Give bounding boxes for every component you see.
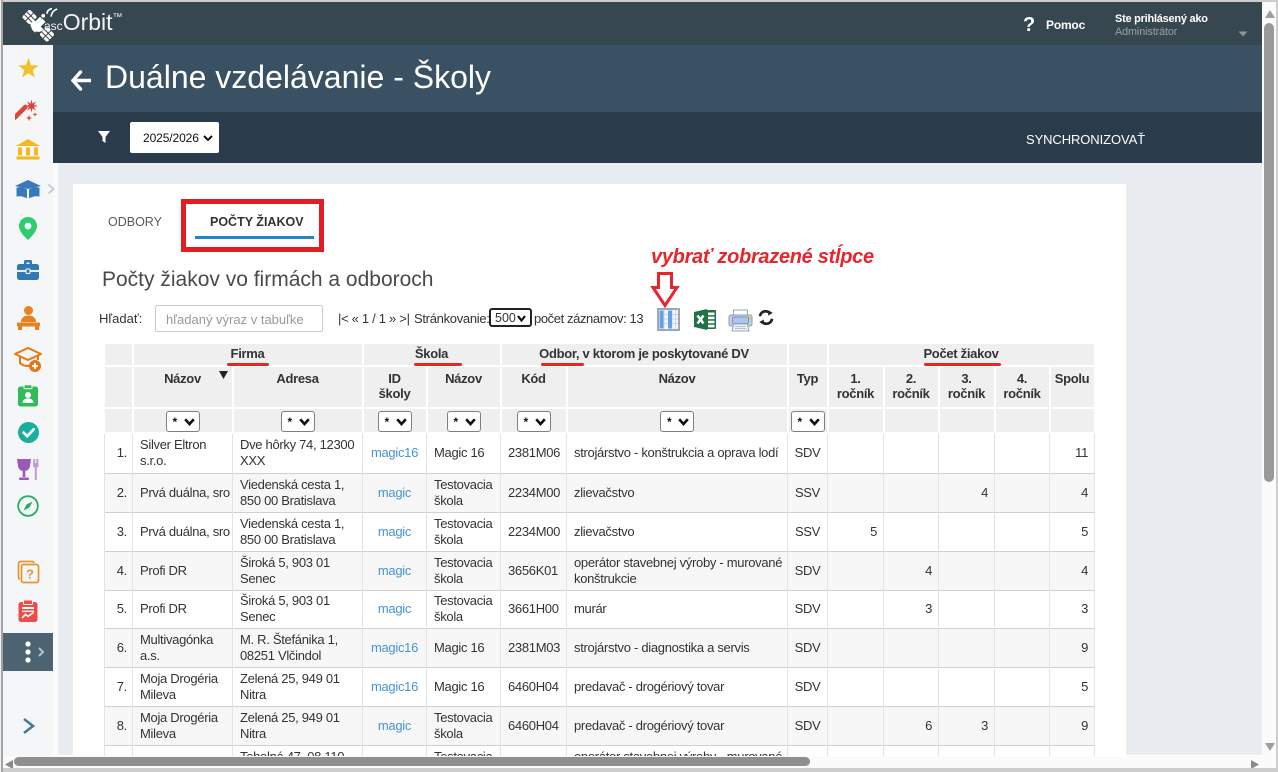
svg-text:?: ?: [26, 567, 34, 582]
